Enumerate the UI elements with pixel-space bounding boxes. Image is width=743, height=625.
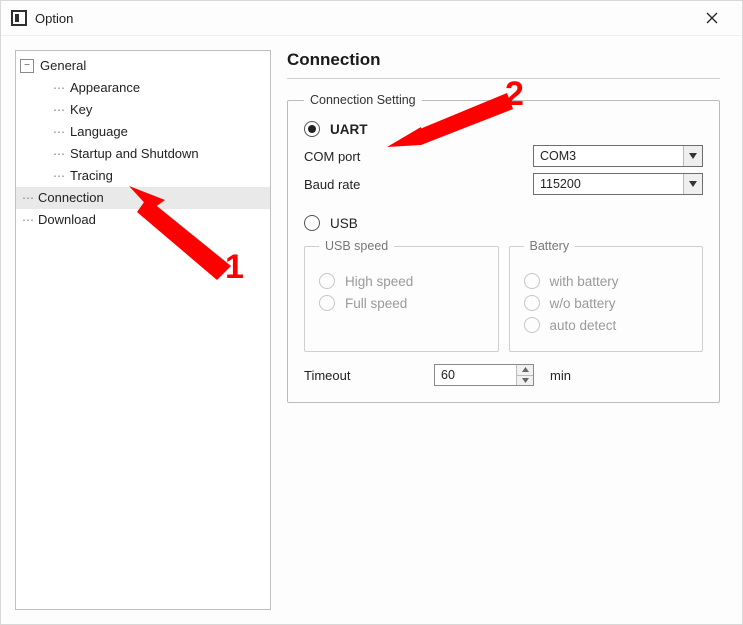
- content-pane: Connection Connection Setting UART COM p…: [287, 50, 728, 610]
- com-port-value: COM3: [534, 149, 683, 163]
- tree-tick-icon: ⋯: [50, 100, 68, 120]
- timeout-up-button[interactable]: [517, 365, 533, 375]
- tree-tick-icon: ⋯: [20, 188, 36, 208]
- app-icon: [11, 10, 27, 26]
- wo-battery-row: w/o battery: [524, 295, 689, 311]
- connection-setting-group: Connection Setting UART COM port COM3 Ba…: [287, 93, 720, 403]
- window-title: Option: [35, 11, 73, 26]
- tree-item-appearance[interactable]: ⋯Appearance: [46, 77, 270, 99]
- tree-tick-icon: ⋯: [50, 144, 68, 164]
- chevron-down-icon: [522, 378, 529, 383]
- chevron-down-icon: [689, 153, 697, 159]
- category-tree[interactable]: − General ⋯Appearance ⋯Key ⋯Language ⋯St…: [15, 50, 271, 610]
- baud-rate-dropdown-button[interactable]: [683, 174, 702, 194]
- tree-item-connection[interactable]: ⋯Connection: [16, 187, 270, 209]
- tree-tick-icon: ⋯: [50, 78, 68, 98]
- timeout-down-button[interactable]: [517, 375, 533, 386]
- high-speed-radio: [319, 273, 335, 289]
- tree-label-general: General: [38, 56, 88, 76]
- usb-speed-group: USB speed High speed Full speed: [304, 239, 499, 352]
- baud-rate-label: Baud rate: [304, 177, 434, 192]
- tree-tick-icon: ⋯: [50, 122, 68, 142]
- tree-tick-icon: ⋯: [50, 166, 68, 186]
- close-button[interactable]: [692, 1, 732, 35]
- full-speed-row: Full speed: [319, 295, 484, 311]
- baud-rate-value: 115200: [534, 177, 683, 191]
- wo-battery-label: w/o battery: [550, 296, 616, 311]
- page-title: Connection: [287, 50, 720, 70]
- tree-item-download[interactable]: ⋯Download: [16, 209, 270, 231]
- high-speed-label: High speed: [345, 274, 413, 289]
- wo-battery-radio: [524, 295, 540, 311]
- timeout-unit: min: [550, 368, 571, 383]
- battery-group: Battery with battery w/o battery auto de…: [509, 239, 704, 352]
- usb-radio-label: USB: [330, 216, 358, 231]
- high-speed-row: High speed: [319, 273, 484, 289]
- window-body: − General ⋯Appearance ⋯Key ⋯Language ⋯St…: [1, 36, 742, 624]
- com-port-label: COM port: [304, 149, 434, 164]
- tree-item-key[interactable]: ⋯Key: [46, 99, 270, 121]
- with-battery-label: with battery: [550, 274, 619, 289]
- tree-tick-icon: ⋯: [20, 210, 36, 230]
- tree-collapse-icon[interactable]: −: [20, 59, 34, 73]
- full-speed-radio: [319, 295, 335, 311]
- auto-detect-row: auto detect: [524, 317, 689, 333]
- battery-legend: Battery: [524, 239, 576, 253]
- tree-item-startup[interactable]: ⋯Startup and Shutdown: [46, 143, 270, 165]
- timeout-spinner[interactable]: 60: [434, 364, 534, 386]
- uart-radio-label: UART: [330, 122, 368, 137]
- baud-rate-combo[interactable]: 115200: [533, 173, 703, 195]
- titlebar: Option: [1, 1, 742, 36]
- usb-speed-legend: USB speed: [319, 239, 394, 253]
- title-rule: [287, 78, 720, 79]
- with-battery-radio: [524, 273, 540, 289]
- full-speed-label: Full speed: [345, 296, 407, 311]
- tree-item-tracing[interactable]: ⋯Tracing: [46, 165, 270, 187]
- chevron-up-icon: [522, 367, 529, 372]
- auto-detect-radio: [524, 317, 540, 333]
- usb-radio[interactable]: [304, 215, 320, 231]
- uart-radio[interactable]: [304, 121, 320, 137]
- timeout-value: 60: [435, 368, 516, 382]
- tree-item-general[interactable]: − General: [16, 55, 270, 77]
- com-port-dropdown-button[interactable]: [683, 146, 702, 166]
- uart-radio-row[interactable]: UART: [304, 121, 703, 137]
- close-icon: [706, 12, 718, 24]
- auto-detect-label: auto detect: [550, 318, 617, 333]
- timeout-label: Timeout: [304, 368, 434, 383]
- connection-setting-legend: Connection Setting: [304, 93, 422, 107]
- with-battery-row: with battery: [524, 273, 689, 289]
- chevron-down-icon: [689, 181, 697, 187]
- usb-radio-row[interactable]: USB: [304, 215, 703, 231]
- option-window: Option − General ⋯Appearance ⋯Key ⋯Langu…: [0, 0, 743, 625]
- tree-item-language[interactable]: ⋯Language: [46, 121, 270, 143]
- com-port-combo[interactable]: COM3: [533, 145, 703, 167]
